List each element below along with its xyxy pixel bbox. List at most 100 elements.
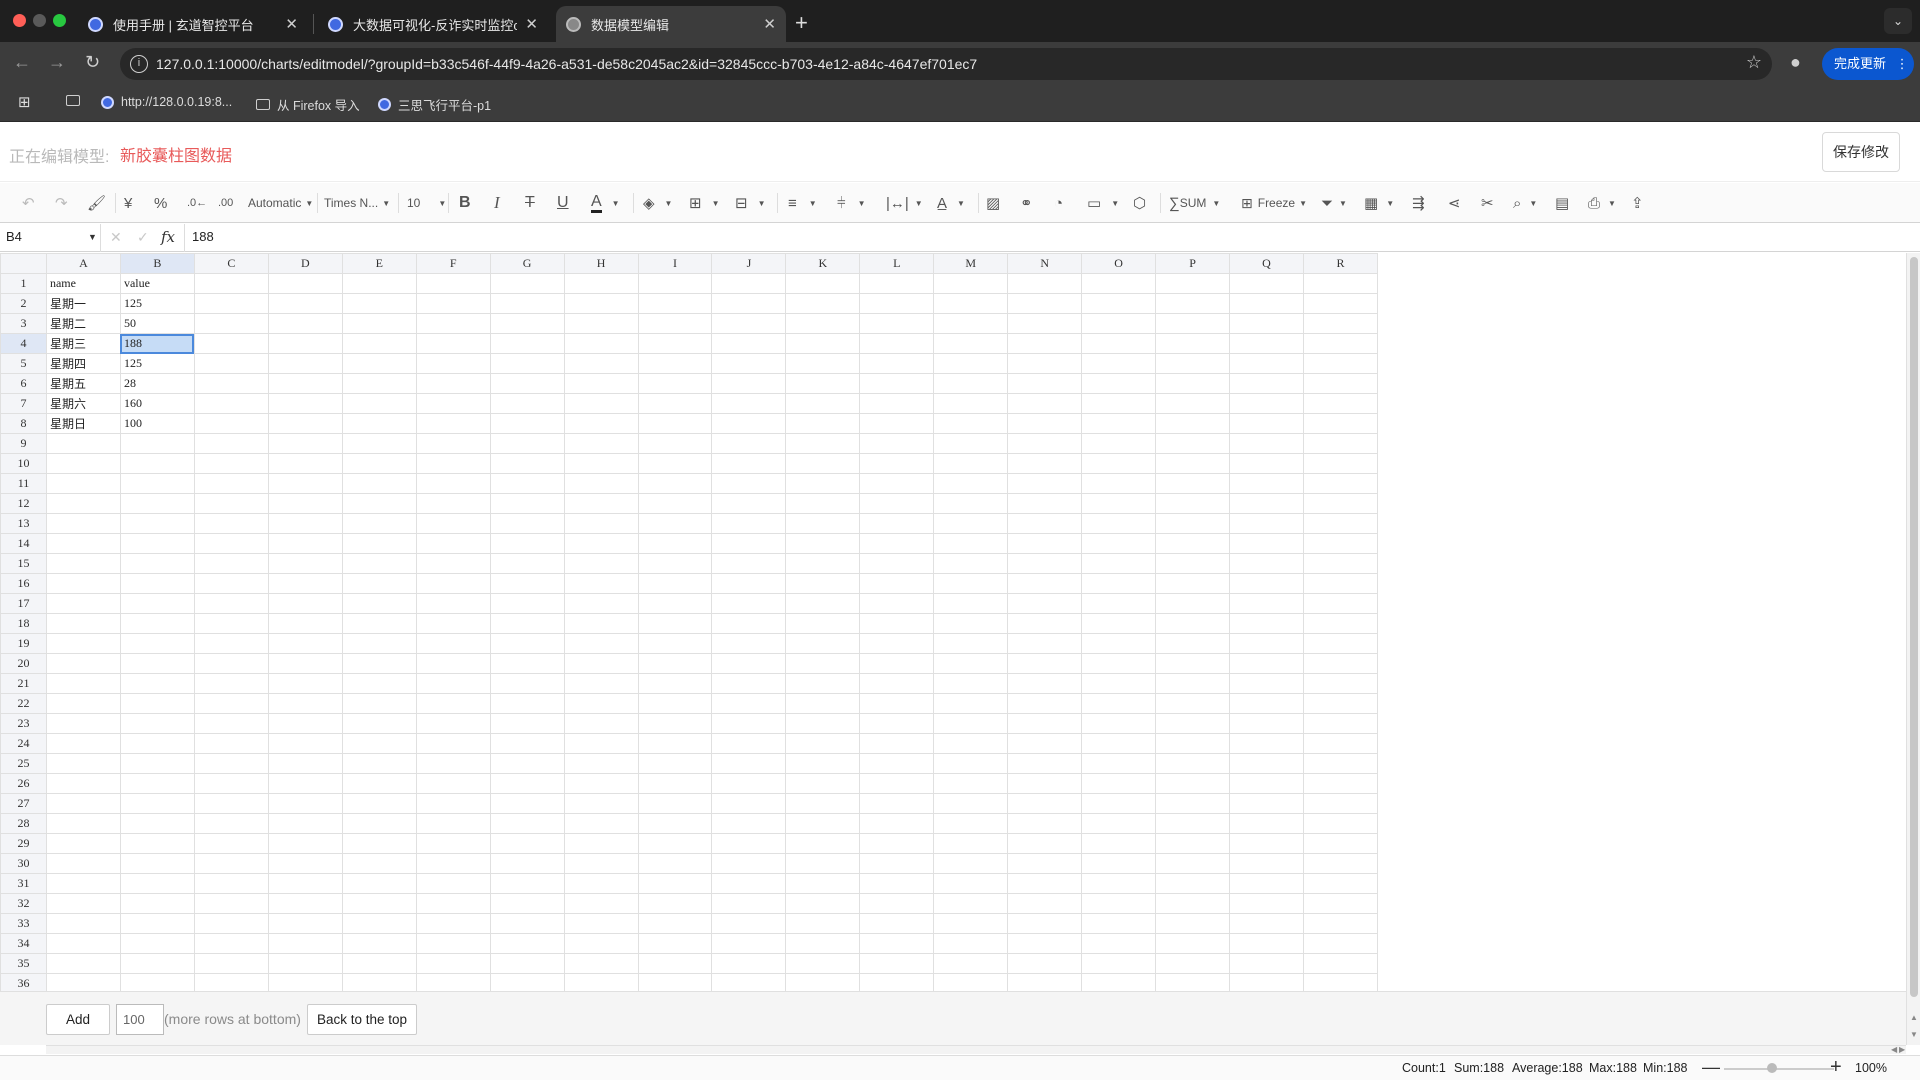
cell[interactable]	[785, 413, 861, 434]
cell[interactable]	[637, 893, 713, 914]
cell[interactable]	[1007, 913, 1083, 934]
cell[interactable]	[193, 293, 269, 314]
cell[interactable]	[563, 753, 639, 774]
cell[interactable]	[1229, 633, 1304, 654]
cell[interactable]	[785, 533, 861, 554]
cell[interactable]	[489, 453, 565, 474]
cell[interactable]	[193, 493, 269, 514]
cell[interactable]	[1007, 273, 1083, 294]
cell[interactable]	[415, 613, 491, 634]
cell[interactable]	[859, 973, 935, 991]
cell[interactable]	[1155, 693, 1231, 714]
cell[interactable]	[415, 713, 491, 734]
cell[interactable]	[637, 973, 713, 991]
cell[interactable]	[785, 393, 861, 414]
cut-icon[interactable]: ✂	[1481, 191, 1494, 215]
cell[interactable]	[341, 513, 417, 534]
cell[interactable]	[1302, 673, 1378, 694]
cell[interactable]	[785, 713, 861, 734]
cell[interactable]	[119, 933, 195, 954]
cell[interactable]	[415, 413, 491, 434]
cell[interactable]: name	[45, 273, 121, 294]
cell[interactable]	[711, 453, 787, 474]
scroll-up-icon[interactable]: ▲	[1910, 1013, 1918, 1022]
cell[interactable]	[45, 573, 121, 594]
cell[interactable]: 星期一	[45, 293, 121, 314]
data-link-icon[interactable]: ⋖	[1448, 191, 1461, 215]
cell[interactable]	[341, 893, 417, 914]
cell[interactable]	[1081, 653, 1157, 674]
cell[interactable]	[341, 773, 417, 794]
cell[interactable]	[119, 573, 195, 594]
cell[interactable]	[637, 753, 713, 774]
cell[interactable]	[1155, 673, 1231, 694]
cell[interactable]	[1302, 873, 1378, 894]
cell[interactable]	[341, 873, 417, 894]
cell[interactable]	[637, 473, 713, 494]
cell[interactable]	[785, 913, 861, 934]
cell[interactable]	[1155, 373, 1231, 394]
row-header[interactable]: 30	[0, 853, 47, 874]
cell[interactable]	[1229, 693, 1304, 714]
cell[interactable]	[711, 373, 787, 394]
cell[interactable]	[489, 813, 565, 834]
cell[interactable]	[711, 713, 787, 734]
cell[interactable]	[1007, 493, 1083, 514]
cell[interactable]	[341, 853, 417, 874]
cell[interactable]	[267, 773, 343, 794]
cell[interactable]	[637, 793, 713, 814]
vertical-scrollbar[interactable]: ▲ ▼	[1906, 253, 1920, 1045]
cell[interactable]	[1155, 773, 1231, 794]
cell[interactable]	[489, 533, 565, 554]
cell[interactable]: 160	[119, 393, 195, 414]
cell[interactable]	[933, 793, 1009, 814]
cell[interactable]	[193, 713, 269, 734]
cell[interactable]	[785, 753, 861, 774]
cell[interactable]	[1007, 713, 1083, 734]
cell[interactable]	[1302, 273, 1378, 294]
cell[interactable]: 星期四	[45, 353, 121, 374]
add-rows-button[interactable]: Add	[46, 1004, 110, 1035]
cell[interactable]	[415, 453, 491, 474]
cell[interactable]: 星期五	[45, 373, 121, 394]
cell[interactable]	[341, 373, 417, 394]
cell[interactable]	[45, 893, 121, 914]
cell[interactable]	[711, 793, 787, 814]
cell[interactable]	[1081, 373, 1157, 394]
cell[interactable]	[341, 493, 417, 514]
cell[interactable]	[1081, 833, 1157, 854]
cell[interactable]	[563, 953, 639, 974]
row-header[interactable]: 29	[0, 833, 47, 854]
cell[interactable]	[933, 693, 1009, 714]
row-header[interactable]: 12	[0, 493, 47, 514]
cell[interactable]: 星期日	[45, 413, 121, 434]
cell[interactable]	[415, 633, 491, 654]
cell[interactable]	[1229, 433, 1304, 454]
cell[interactable]	[415, 293, 491, 314]
cell[interactable]	[267, 293, 343, 314]
cell[interactable]	[1229, 493, 1304, 514]
row-header[interactable]: 13	[0, 513, 47, 534]
cell[interactable]	[341, 313, 417, 334]
cell[interactable]	[45, 833, 121, 854]
column-header[interactable]: M	[933, 253, 1009, 274]
cell[interactable]	[1155, 273, 1231, 294]
cell[interactable]	[563, 813, 639, 834]
bookmark-item-sansi[interactable]: 三思飞行平台-p1	[378, 95, 491, 114]
cell[interactable]	[785, 473, 861, 494]
minimize-window-button[interactable]	[33, 14, 46, 27]
cell[interactable]	[1302, 553, 1378, 574]
column-header[interactable]: N	[1007, 253, 1083, 274]
cell[interactable]	[1229, 613, 1304, 634]
cell[interactable]	[1229, 453, 1304, 474]
cell[interactable]	[489, 873, 565, 894]
cell[interactable]	[1081, 393, 1157, 414]
cell[interactable]	[711, 553, 787, 574]
cell[interactable]	[859, 853, 935, 874]
cell[interactable]	[1081, 553, 1157, 574]
cell[interactable]	[1302, 613, 1378, 634]
cell[interactable]	[859, 453, 935, 474]
row-header[interactable]: 3	[0, 313, 47, 334]
cell[interactable]	[1302, 433, 1378, 454]
browser-tab-bigdata[interactable]: 大数据可视化-反诈实时监控c ✕	[318, 6, 548, 42]
